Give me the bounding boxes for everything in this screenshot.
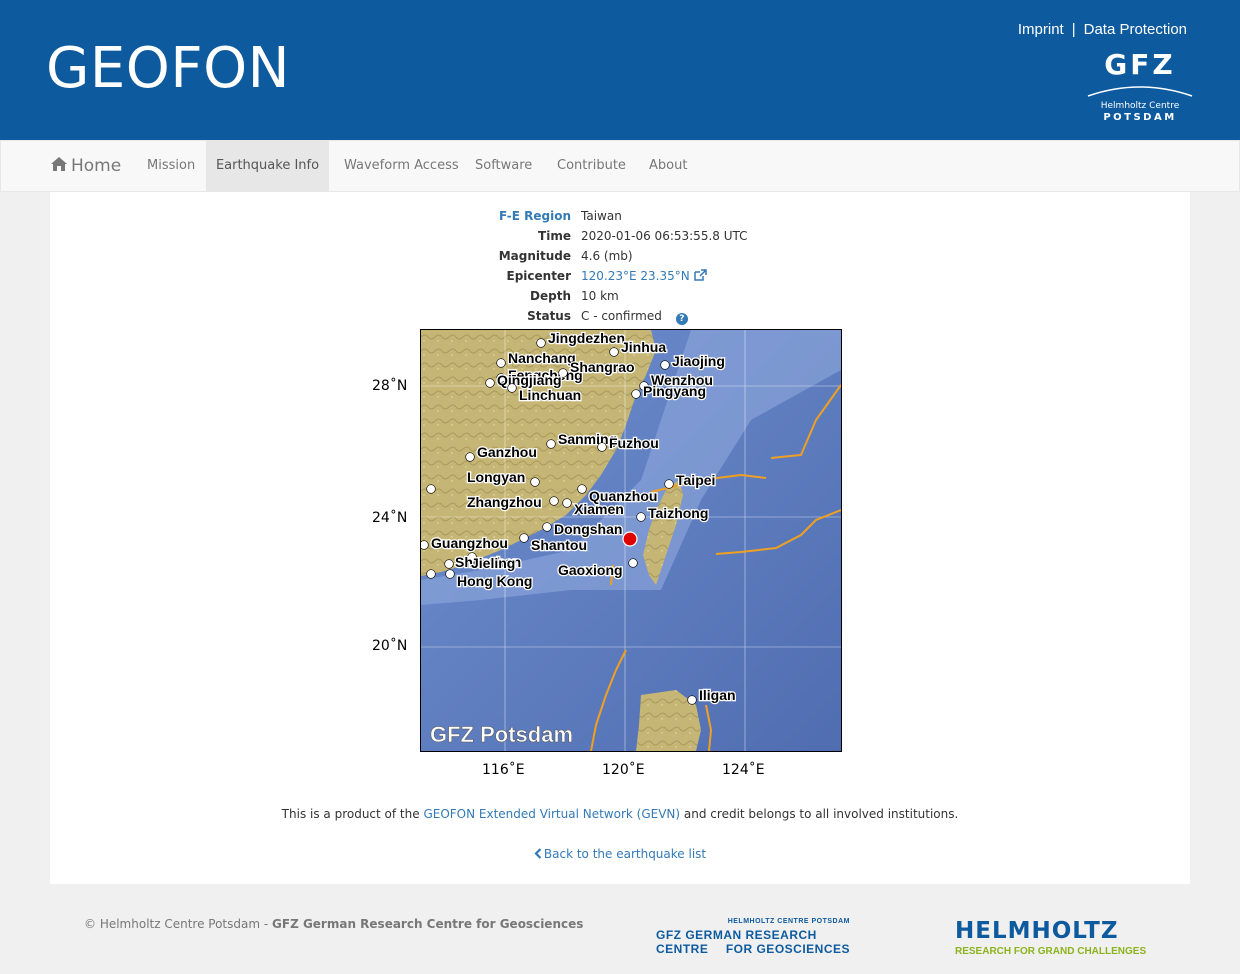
- city-jingdezhen: Jingdezhen: [548, 330, 625, 346]
- imprint-link[interactable]: Imprint: [1018, 21, 1064, 38]
- city-xiamen: Xiamen: [574, 501, 624, 517]
- lat-tick-28: 28˚N: [372, 378, 408, 394]
- gfz-footer-logo[interactable]: HELMHOLTZ CENTRE POTSDAM GFZ GERMAN RESE…: [656, 918, 852, 958]
- back-to-list-link[interactable]: Back to the earthquake list: [534, 847, 706, 861]
- gfz-logo[interactable]: GFZ Helmholtz Centre POTSDAM: [1086, 48, 1194, 126]
- status-label: Status: [527, 309, 571, 323]
- depth-row: Depth 10 km: [50, 286, 1190, 306]
- city-nanchang: Nanchang: [508, 350, 576, 366]
- nav-software[interactable]: Software: [475, 141, 532, 191]
- city-dongshan: Dongshan: [554, 521, 622, 537]
- main-content: F-E Region Taiwan Time 2020-01-06 06:53:…: [50, 192, 1190, 884]
- credit-before: This is a product of the: [281, 807, 424, 821]
- back-link-row: Back to the earthquake list: [50, 847, 1190, 861]
- helmholtz-wordmark: HELMHOLTZ: [955, 918, 1119, 944]
- time-label: Time: [538, 229, 571, 243]
- time-row: Time 2020-01-06 06:53:55.8 UTC: [50, 226, 1190, 246]
- city-jinhua: Jinhua: [621, 339, 666, 355]
- region-row: F-E Region Taiwan: [50, 206, 1190, 226]
- link-separator: |: [1071, 21, 1076, 38]
- site-brand[interactable]: GEOFON: [46, 36, 290, 101]
- city-jiaojing: Jiaojing: [672, 353, 725, 369]
- chevron-left-icon: [534, 848, 542, 859]
- lon-tick-116: 116˚E: [482, 762, 525, 778]
- magnitude-value: 4.6 (mb): [581, 249, 633, 263]
- city-ganzhou: Ganzhou: [477, 444, 537, 460]
- gfz-logo-text: GFZ: [1104, 48, 1175, 81]
- city-shangrao: Shangrao: [570, 359, 635, 375]
- gevn-link[interactable]: GEOFON Extended Virtual Network (GEVN): [423, 807, 680, 821]
- city-iligan: Iligan: [699, 687, 736, 703]
- depth-value: 10 km: [581, 289, 619, 303]
- nav-contribute[interactable]: Contribute: [557, 141, 626, 191]
- city-qingjiang: Qingjiang: [497, 372, 562, 388]
- home-icon: [51, 157, 67, 171]
- nav-about[interactable]: About: [649, 141, 687, 191]
- nav-mission[interactable]: Mission: [147, 141, 195, 191]
- map-watermark: GFZ Potsdam: [430, 722, 573, 747]
- epicenter-value: 120.23°E 23.35°N: [581, 266, 707, 286]
- gfz-logo-sub1: Helmholtz Centre: [1101, 101, 1180, 111]
- time-value: 2020-01-06 06:53:55.8 UTC: [581, 229, 748, 243]
- gfz-footer-small: HELMHOLTZ CENTRE POTSDAM: [727, 918, 850, 925]
- magnitude-label: Magnitude: [498, 249, 571, 263]
- map-svg: Jingdezhen Jinhua Nanchang Jiaojing Feng…: [421, 330, 841, 751]
- city-fuzhou: Fuzhou: [609, 435, 659, 451]
- city-gaoxiong: Gaoxiong: [558, 562, 623, 578]
- copyright-prefix: © Helmholtz Centre Potsdam -: [84, 917, 273, 931]
- back-link-label: Back to the earthquake list: [543, 847, 707, 861]
- city-pingyang: Pingyang: [643, 383, 706, 399]
- main-navbar: Home Mission Earthquake Info Waveform Ac…: [0, 140, 1240, 192]
- epicenter-map[interactable]: Jingdezhen Jinhua Nanchang Jiaojing Feng…: [420, 329, 842, 752]
- nav-home-label: Home: [71, 156, 122, 176]
- city-taipei: Taipei: [676, 472, 715, 488]
- epicenter-link[interactable]: 120.23°E 23.35°N: [581, 269, 690, 283]
- nav-waveform-access[interactable]: Waveform Access: [344, 141, 459, 191]
- credit-after: and credit belongs to all involved insti…: [680, 807, 959, 821]
- credit-text: This is a product of the GEOFON Extended…: [50, 807, 1190, 821]
- epicenter-marker: [622, 531, 638, 547]
- city-hong-kong: Hong Kong: [457, 573, 532, 589]
- region-label-link[interactable]: F-E Region: [499, 206, 571, 226]
- region-value: Taiwan: [581, 209, 622, 223]
- question-icon[interactable]: ?: [675, 313, 688, 325]
- status-row: Status C - confirmed?: [50, 306, 1190, 326]
- site-footer: © Helmholtz Centre Potsdam - GFZ German …: [0, 884, 1240, 974]
- status-value: C - confirmed?: [581, 306, 688, 326]
- lat-tick-24: 24˚N: [372, 510, 408, 526]
- nav-earthquake-info[interactable]: Earthquake Info: [206, 141, 329, 191]
- city-taizhong: Taizhong: [648, 505, 708, 521]
- city-linchuan: Linchuan: [519, 387, 581, 403]
- lon-tick-120: 120˚E: [602, 762, 645, 778]
- magnitude-row: Magnitude 4.6 (mb): [50, 246, 1190, 266]
- copyright: © Helmholtz Centre Potsdam - GFZ German …: [84, 917, 583, 931]
- nav-home[interactable]: Home: [51, 141, 121, 191]
- lat-tick-20: 20˚N: [372, 638, 408, 654]
- city-zhangzhou: Zhangzhou: [467, 494, 542, 510]
- helmholtz-logo[interactable]: HELMHOLTZ RESEARCH FOR GRAND CHALLENGES: [955, 918, 1146, 957]
- site-header: GEOFON Imprint | Data Protection GFZ Helmh…: [0, 0, 1240, 140]
- gfz-footer-line2: FOR GEOSCIENCES: [725, 942, 850, 956]
- depth-label: Depth: [530, 289, 571, 303]
- city-guangzhou: Guangzhou: [431, 535, 508, 551]
- city-longyan: Longyan: [467, 469, 525, 485]
- data-protection-link[interactable]: Data Protection: [1084, 21, 1187, 38]
- helmholtz-tagline: RESEARCH FOR GRAND CHALLENGES: [955, 946, 1147, 957]
- epicenter-row: Epicenter 120.23°E 23.35°N: [50, 266, 1190, 286]
- city-shantou: Shantou: [531, 537, 587, 553]
- gfz-logo-sub2: POTSDAM: [1103, 112, 1176, 123]
- copyright-org: GFZ German Research Centre for Geoscienc…: [272, 917, 584, 931]
- top-links: Imprint | Data Protection: [1018, 21, 1187, 38]
- status-text: C - confirmed: [581, 309, 662, 323]
- lon-tick-124: 124˚E: [722, 762, 765, 778]
- external-link-icon[interactable]: [693, 269, 707, 281]
- epicenter-label: Epicenter: [506, 269, 572, 283]
- city-jieling: Jieling: [471, 555, 515, 571]
